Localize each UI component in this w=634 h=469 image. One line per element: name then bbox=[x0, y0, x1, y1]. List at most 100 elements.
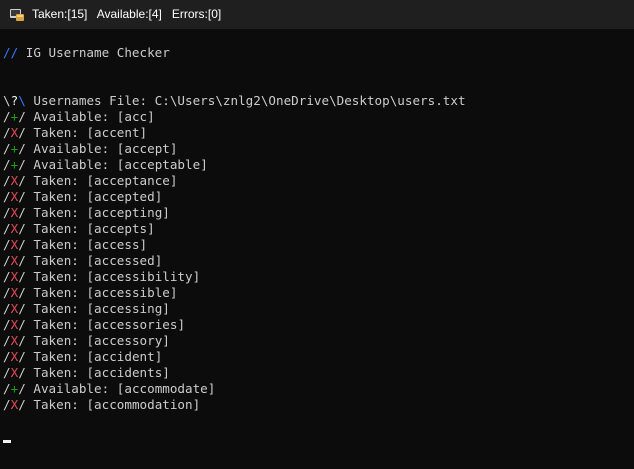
result-status: Taken bbox=[33, 285, 72, 300]
result-username: acceptable bbox=[124, 157, 201, 172]
result-slash: / bbox=[18, 237, 34, 252]
result-bracket-open: : [ bbox=[101, 141, 125, 156]
result-username: accident bbox=[94, 349, 155, 364]
result-status: Available bbox=[33, 381, 102, 396]
result-slash: / bbox=[3, 221, 11, 236]
result-slash: / bbox=[18, 157, 34, 172]
result-bracket-open: : [ bbox=[71, 205, 95, 220]
result-slash: / bbox=[18, 301, 34, 316]
console-output[interactable]: // IG Username Checker \?\ Usernames Fil… bbox=[3, 45, 631, 465]
result-bracket-close: ] bbox=[192, 269, 201, 284]
result-username: accept bbox=[124, 141, 170, 156]
result-status: Taken bbox=[33, 269, 72, 284]
window-title: Taken:[15] Available:[4] Errors:[0] bbox=[32, 7, 222, 21]
result-slash: / bbox=[18, 333, 34, 348]
result-bracket-close: ] bbox=[169, 141, 178, 156]
result-slash: / bbox=[18, 205, 34, 220]
result-status: Taken bbox=[33, 173, 72, 188]
result-line: /X/ Taken: [accessories] bbox=[3, 317, 631, 333]
usernames-file-line: \?\ Usernames File: C:\Users\znlg2\OneDr… bbox=[3, 93, 631, 109]
comment-prefix: // bbox=[3, 45, 19, 60]
result-bracket-open: : [ bbox=[71, 349, 95, 364]
result-username: accessory bbox=[94, 333, 163, 348]
result-slash: / bbox=[3, 141, 11, 156]
result-bracket-open: : [ bbox=[101, 381, 125, 396]
result-slash: / bbox=[3, 109, 11, 124]
result-bracket-close: ] bbox=[169, 285, 178, 300]
result-slash: / bbox=[18, 269, 34, 284]
terminal-window: Taken:[15] Available:[4] Errors:[0] // I… bbox=[0, 0, 634, 469]
result-bracket-open: : [ bbox=[101, 157, 125, 172]
result-username: access bbox=[94, 237, 140, 252]
usernames-file-path: Usernames File: C:\Users\znlg2\OneDrive\… bbox=[25, 93, 466, 108]
result-status: Taken bbox=[33, 237, 72, 252]
result-line: /X/ Taken: [accepted] bbox=[3, 189, 631, 205]
result-bracket-open: : [ bbox=[71, 253, 95, 268]
result-line: /X/ Taken: [accessed] bbox=[3, 253, 631, 269]
result-slash: / bbox=[3, 237, 11, 252]
result-bracket-close: ] bbox=[139, 125, 148, 140]
result-bracket-open: : [ bbox=[71, 237, 95, 252]
result-slash: / bbox=[3, 125, 11, 140]
result-line: /X/ Taken: [accepting] bbox=[3, 205, 631, 221]
result-line: /X/ Taken: [acceptance] bbox=[3, 173, 631, 189]
result-slash: / bbox=[3, 365, 11, 380]
result-line: /+/ Available: [accommodate] bbox=[3, 381, 631, 397]
result-bracket-open: : [ bbox=[71, 397, 95, 412]
title-bar[interactable]: Taken:[15] Available:[4] Errors:[0] bbox=[0, 0, 634, 29]
result-slash: / bbox=[3, 397, 11, 412]
result-slash: / bbox=[18, 317, 34, 332]
result-username: accessibility bbox=[94, 269, 193, 284]
result-line: /X/ Taken: [accommodation] bbox=[3, 397, 631, 413]
result-bracket-close: ] bbox=[207, 381, 216, 396]
result-bracket-close: ] bbox=[162, 205, 170, 220]
result-line: /X/ Taken: [accident] bbox=[3, 349, 631, 365]
result-username: accommodate bbox=[124, 381, 208, 396]
result-username: accessing bbox=[94, 301, 163, 316]
result-line: /X/ Taken: [accepts] bbox=[3, 221, 631, 237]
result-status: Taken bbox=[33, 397, 72, 412]
result-bracket-open: : [ bbox=[101, 109, 125, 124]
result-line: /+/ Available: [acc] bbox=[3, 109, 631, 125]
result-bracket-close: ] bbox=[177, 317, 186, 332]
prefix-slash: \ bbox=[18, 93, 26, 108]
result-status: Available bbox=[33, 109, 102, 124]
result-status: Taken bbox=[33, 189, 72, 204]
result-username: accidents bbox=[94, 365, 163, 380]
result-slash: / bbox=[3, 301, 11, 316]
result-bracket-open: : [ bbox=[71, 333, 95, 348]
result-slash: / bbox=[18, 365, 34, 380]
result-username: accessed bbox=[94, 253, 155, 268]
result-bracket-close: ] bbox=[154, 189, 163, 204]
result-slash: / bbox=[18, 141, 34, 156]
result-bracket-open: : [ bbox=[71, 365, 95, 380]
result-bracket-close: ] bbox=[147, 221, 155, 236]
result-bracket-open: : [ bbox=[71, 269, 95, 284]
result-slash: / bbox=[3, 157, 11, 172]
result-status: Available bbox=[33, 157, 102, 172]
result-status: Taken bbox=[33, 301, 72, 316]
result-username: accessories bbox=[94, 317, 178, 332]
result-slash: / bbox=[18, 381, 34, 396]
result-slash: / bbox=[3, 381, 11, 396]
result-bracket-close: ] bbox=[154, 349, 163, 364]
result-line: /X/ Taken: [accessible] bbox=[3, 285, 631, 301]
result-bracket-close: ] bbox=[162, 365, 170, 380]
result-slash: / bbox=[18, 397, 34, 412]
result-slash: / bbox=[3, 205, 11, 220]
result-slash: / bbox=[3, 189, 11, 204]
result-line: /X/ Taken: [accessibility] bbox=[3, 269, 631, 285]
result-bracket-close: ] bbox=[200, 157, 208, 172]
result-slash: / bbox=[3, 333, 11, 348]
result-bracket-open: : [ bbox=[71, 125, 95, 140]
result-bracket-open: : [ bbox=[71, 189, 95, 204]
result-slash: / bbox=[18, 349, 34, 364]
result-slash: / bbox=[18, 125, 34, 140]
result-bracket-open: : [ bbox=[71, 301, 95, 316]
terminal-app-icon[interactable] bbox=[9, 6, 25, 22]
result-username: acc bbox=[124, 109, 148, 124]
result-line: /X/ Taken: [accidents] bbox=[3, 365, 631, 381]
